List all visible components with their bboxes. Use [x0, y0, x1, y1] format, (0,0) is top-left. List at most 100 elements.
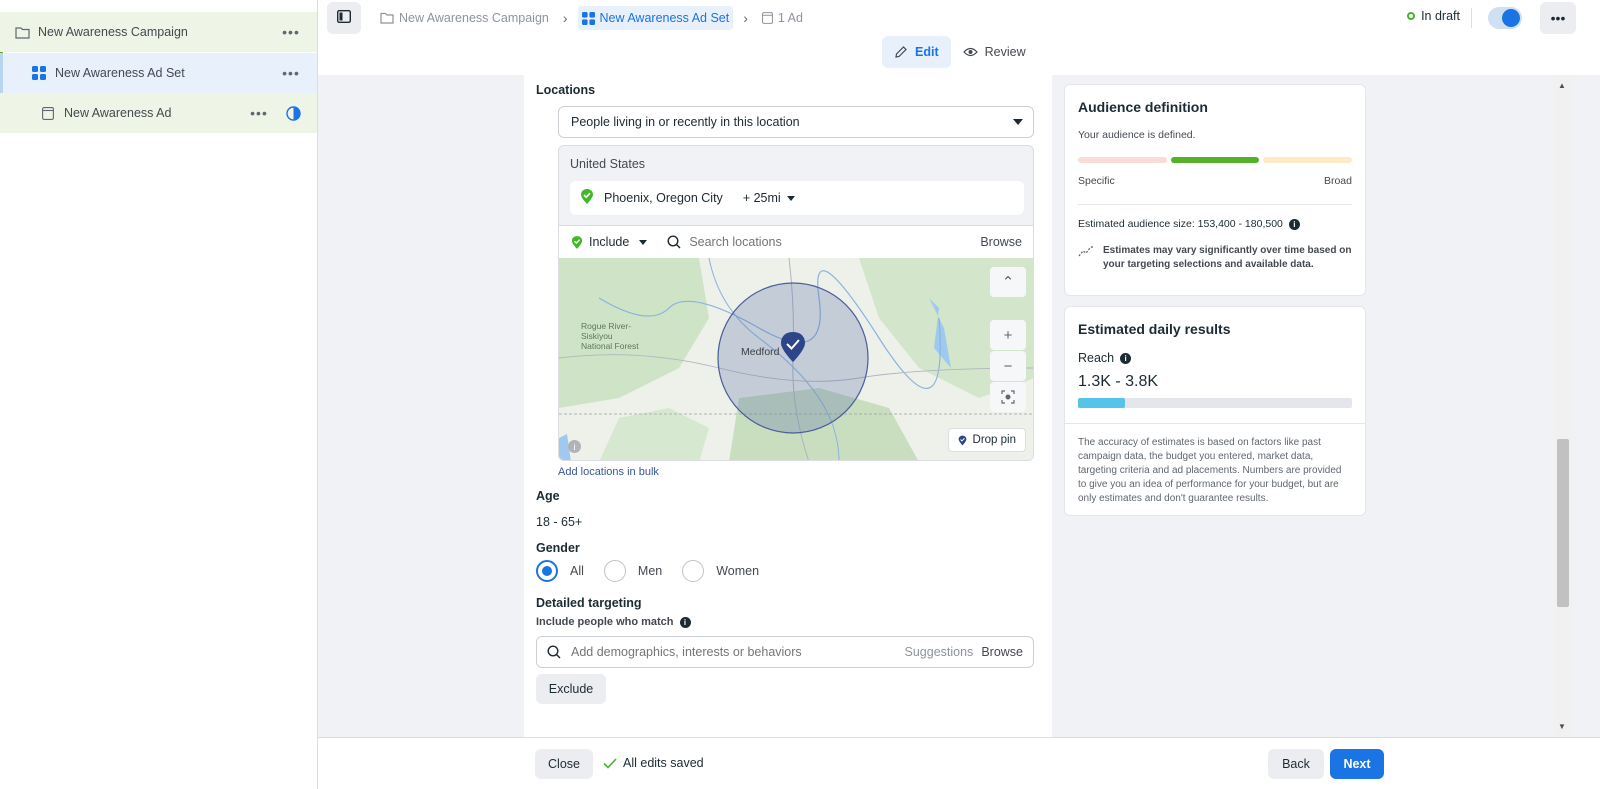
gender-option-men[interactable]: Men: [603, 560, 663, 582]
browse-locations-button[interactable]: Browse: [980, 235, 1022, 249]
grid-icon: [31, 65, 47, 81]
breadcrumb-label: 1 Ad: [777, 11, 803, 25]
info-icon[interactable]: i: [1120, 352, 1132, 364]
gender-option-label: Men: [637, 564, 663, 578]
radio[interactable]: [682, 560, 705, 582]
tree-item-label: New Awareness Campaign: [38, 25, 188, 39]
tree-item-campaign[interactable]: New Awareness Campaign: [0, 12, 317, 52]
publish-toggle[interactable]: [1488, 7, 1522, 29]
gender-option-women[interactable]: Women: [682, 560, 759, 582]
exclude-button[interactable]: Exclude: [536, 674, 606, 704]
ad-more-button[interactable]: •••: [247, 103, 271, 123]
close-button[interactable]: Close: [535, 749, 593, 779]
location-search-row: Include Browse: [559, 225, 1033, 258]
location-type-select[interactable]: People living in or recently in this loc…: [558, 106, 1034, 138]
selected-location[interactable]: Phoenix, Oregon City + 25mi: [570, 181, 1024, 215]
gender-option-label: Women: [716, 564, 760, 578]
radio-checked[interactable]: [536, 560, 558, 582]
check-icon: [603, 757, 617, 769]
eye-icon: [962, 47, 978, 57]
more-options-button[interactable]: •••: [1540, 2, 1576, 34]
age-range[interactable]: 18 - 65+: [536, 515, 582, 529]
detailed-targeting-input[interactable]: [571, 645, 905, 659]
scrollbar-thumb[interactable]: [1557, 439, 1569, 607]
footer-bar: Close All edits saved Back Next: [318, 737, 1600, 789]
divider: [1471, 8, 1472, 28]
breadcrumb: New Awareness Campaign › New Awareness A…: [376, 5, 807, 31]
gender-heading: Gender: [536, 541, 580, 555]
campaign-more-button[interactable]: •••: [279, 22, 303, 42]
location-map[interactable]: Rogue River- Siskiyou National Forest Me…: [559, 257, 1033, 460]
review-tab[interactable]: Review: [951, 36, 1038, 68]
half-circle-icon[interactable]: [286, 106, 301, 124]
top-bar: New Awareness Campaign › New Awareness A…: [318, 0, 1600, 75]
mode-switcher: Edit Review: [882, 36, 1038, 68]
reach-label: Reach: [1078, 351, 1115, 365]
folder-icon: [380, 12, 394, 24]
edit-label: Edit: [915, 45, 939, 59]
zoom-in-button[interactable]: +: [990, 320, 1026, 350]
map-info-icon[interactable]: i: [568, 440, 581, 453]
reach-bar: [1078, 398, 1352, 408]
scrollbar[interactable]: ▲ ▼: [1554, 75, 1572, 737]
breadcrumb-ad[interactable]: 1 Ad: [758, 6, 807, 30]
estimates-panel: Audience definition Your audience is def…: [1052, 75, 1572, 737]
grid-icon: [581, 11, 595, 25]
audience-form: Locations People living in or recently i…: [524, 75, 1052, 737]
location-type-value: People living in or recently in this loc…: [571, 115, 800, 129]
recenter-button[interactable]: [990, 382, 1026, 412]
daily-results-card: Estimated daily results Reach i 1.3K - 3…: [1064, 306, 1366, 516]
sidebar-toggle-button[interactable]: [327, 2, 361, 34]
info-icon[interactable]: i: [679, 616, 691, 628]
selected-location-name: Phoenix, Oregon City: [604, 191, 723, 205]
suggestions-button[interactable]: Suggestions: [905, 645, 974, 659]
drop-pin-label: Drop pin: [972, 434, 1016, 446]
detailed-targeting-search: Suggestions Browse: [536, 636, 1034, 668]
back-button[interactable]: Back: [1268, 749, 1324, 779]
save-status: All edits saved: [603, 756, 704, 770]
radius-value: + 25mi: [742, 191, 781, 205]
estimates-vary-note: Estimates may vary significantly over ti…: [1078, 244, 1352, 272]
audience-definition-card: Audience definition Your audience is def…: [1064, 84, 1366, 296]
estimates-disclaimer: The accuracy of estimates is based on fa…: [1065, 423, 1365, 518]
gender-option-all[interactable]: All: [536, 560, 584, 582]
reach-bar-fill: [1078, 398, 1125, 408]
meter-broad-segment: [1263, 157, 1353, 163]
location-search-input[interactable]: [689, 235, 930, 249]
map-collapse-button[interactable]: ⌃: [990, 267, 1026, 297]
next-button[interactable]: Next: [1330, 749, 1384, 779]
search-icon: [667, 235, 681, 249]
folder-icon: [14, 24, 30, 40]
review-label: Review: [984, 45, 1026, 59]
chevron-right-icon: ›: [743, 10, 748, 26]
tree-item-adset[interactable]: New Awareness Ad Set: [0, 53, 317, 93]
chevron-right-icon: ›: [562, 10, 568, 26]
country-label: United States: [570, 157, 646, 171]
include-dropdown[interactable]: Include: [571, 235, 648, 250]
gender-option-label: All: [570, 564, 584, 578]
scroll-down-icon[interactable]: ▼: [1558, 722, 1566, 731]
add-locations-bulk-link[interactable]: Add locations in bulk: [558, 466, 659, 478]
caret-down-icon: [639, 239, 648, 245]
locations-heading: Locations: [536, 83, 596, 97]
breadcrumb-adset[interactable]: New Awareness Ad Set: [577, 6, 734, 30]
radio[interactable]: [603, 560, 626, 582]
drop-pin-button[interactable]: Drop pin: [947, 428, 1026, 452]
breadcrumb-campaign[interactable]: New Awareness Campaign: [376, 6, 553, 30]
info-icon[interactable]: i: [1288, 218, 1300, 230]
specific-label: Specific: [1078, 175, 1115, 187]
include-pin-icon: [571, 235, 583, 249]
zoom-out-button[interactable]: −: [990, 351, 1026, 381]
pin-icon: [958, 435, 966, 445]
broad-label: Broad: [1323, 175, 1352, 187]
browse-targeting-button[interactable]: Browse: [981, 645, 1023, 659]
location-check-icon: [580, 188, 594, 208]
audience-definition-title: Audience definition: [1078, 99, 1208, 115]
edit-tab[interactable]: Edit: [882, 36, 951, 68]
estimates-vary-text: Estimates may vary significantly over ti…: [1103, 245, 1352, 270]
radius-dropdown[interactable]: + 25mi: [743, 191, 795, 205]
scroll-up-icon[interactable]: ▲: [1558, 81, 1566, 90]
adset-more-button[interactable]: •••: [279, 63, 303, 83]
breadcrumb-label: New Awareness Ad Set: [599, 11, 730, 25]
caret-down-icon: [1013, 119, 1023, 125]
